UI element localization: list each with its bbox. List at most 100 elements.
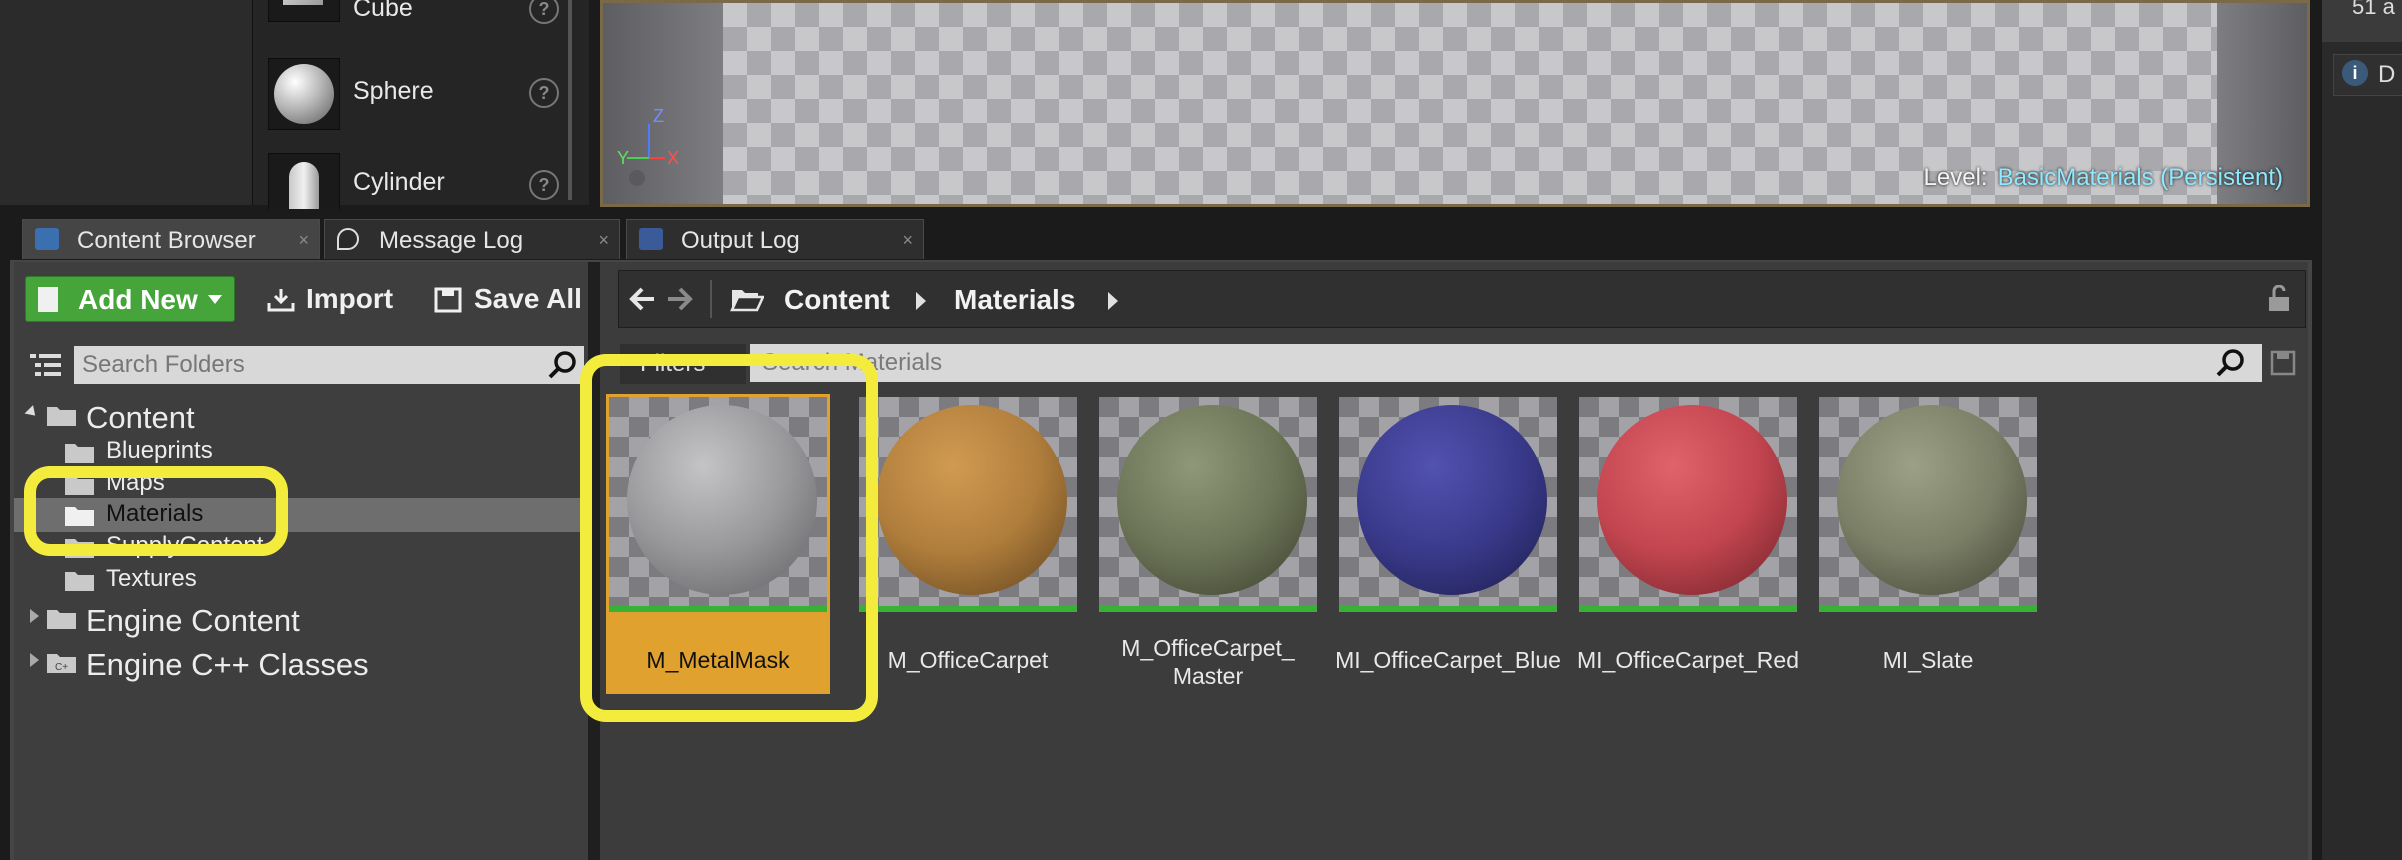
expand-arrow-icon[interactable] xyxy=(30,609,39,623)
folder-item-blueprints[interactable]: Blueprints xyxy=(64,437,564,467)
back-arrow-icon[interactable] xyxy=(628,286,656,312)
close-icon[interactable]: × xyxy=(902,230,913,251)
forward-arrow-icon[interactable] xyxy=(666,286,694,312)
tab-label: Message Log xyxy=(379,227,524,254)
modes-panel-categories xyxy=(0,0,252,205)
folder-icon xyxy=(47,610,76,629)
level-prefix: Level: xyxy=(1923,164,1988,191)
search-materials-input[interactable] xyxy=(750,344,2262,382)
axis-z-label: Z xyxy=(653,106,664,126)
cube-thumbnail xyxy=(268,0,340,22)
new-document-icon xyxy=(38,287,58,312)
shape-row-cube[interactable]: Cube ? xyxy=(253,0,589,32)
close-icon[interactable]: × xyxy=(598,230,609,251)
tab-output-log[interactable]: Output Log × xyxy=(626,219,924,259)
asset-tile-m-officecarpet-master[interactable]: M_OfficeCarpet_ Master xyxy=(1096,394,1320,694)
import-button[interactable]: Import xyxy=(266,276,398,322)
folder-icon xyxy=(65,572,94,591)
asset-tile-mi-officecarpet-red[interactable]: MI_OfficeCarpet_Red xyxy=(1576,394,1800,694)
asset-thumbnail xyxy=(1099,397,1317,612)
cube-icon xyxy=(283,0,323,5)
folder-open-icon[interactable] xyxy=(730,286,764,312)
svg-text:C+: C+ xyxy=(55,662,68,673)
right-top-box: 51 a xyxy=(2322,0,2402,42)
message-log-icon xyxy=(337,228,359,250)
asset-tile-m-officecarpet[interactable]: M_OfficeCarpet xyxy=(856,394,1080,694)
save-all-button[interactable]: Save All xyxy=(434,276,590,322)
lock-icon[interactable] xyxy=(2266,285,2292,313)
shape-label: Sphere xyxy=(353,77,434,105)
folder-label: Content xyxy=(86,400,195,435)
tab-content-browser[interactable]: Content Browser × xyxy=(22,219,320,259)
breadcrumb-chevron-icon[interactable] xyxy=(916,292,926,310)
folder-label: Engine Content xyxy=(86,603,300,638)
asset-thumbnail xyxy=(1819,397,2037,612)
material-sphere-preview xyxy=(1117,405,1307,595)
asset-tile-mi-officecarpet-blue[interactable]: MI_OfficeCarpet_Blue xyxy=(1335,394,1561,694)
save-icon xyxy=(434,287,462,313)
material-sphere-preview xyxy=(1837,405,2027,595)
folder-label: Engine C++ Classes xyxy=(86,647,369,682)
add-new-label: Add New xyxy=(78,284,198,315)
folder-item-engine-cpp-classes[interactable]: C+ Engine C++ Classes xyxy=(26,647,586,683)
import-label: Import xyxy=(306,283,394,314)
search-folders-input[interactable] xyxy=(74,346,584,384)
help-icon[interactable]: ? xyxy=(529,78,559,108)
materials-folder-callout xyxy=(24,466,288,556)
cylinder-icon xyxy=(289,162,319,209)
add-new-button[interactable]: Add New xyxy=(25,276,235,322)
folder-label: Blueprints xyxy=(106,437,213,464)
asset-thumbnail xyxy=(1579,397,1797,612)
asset-tile-mi-slate[interactable]: MI_Slate xyxy=(1816,394,2040,694)
sphere-thumbnail xyxy=(268,58,340,130)
details-icon: i xyxy=(2342,60,2368,86)
folder-open-icon xyxy=(47,407,76,426)
material-sphere-preview xyxy=(1357,405,1547,595)
folder-label: Textures xyxy=(106,565,197,592)
nav-separator xyxy=(710,280,712,318)
chevron-down-icon xyxy=(208,295,222,304)
help-icon[interactable]: ? xyxy=(529,0,559,24)
save-all-label: Save All xyxy=(474,283,582,314)
close-icon[interactable]: × xyxy=(298,230,309,251)
breadcrumb-materials[interactable]: Materials xyxy=(954,284,1075,316)
breadcrumb-chevron-icon[interactable] xyxy=(1108,292,1118,310)
asset-name: M_OfficeCarpet_ Master xyxy=(1121,635,1295,689)
tab-label: Content Browser xyxy=(77,227,256,254)
breadcrumb-content[interactable]: Content xyxy=(784,284,890,316)
details-tab-label: D xyxy=(2378,61,2396,88)
modes-scrollbar[interactable] xyxy=(568,0,572,200)
shape-row-sphere[interactable]: Sphere ? xyxy=(253,55,589,147)
search-icon xyxy=(548,351,576,379)
metalmask-asset-callout xyxy=(580,354,878,722)
asset-name: MI_OfficeCarpet_Red xyxy=(1576,647,1799,673)
tab-message-log[interactable]: Message Log × xyxy=(324,219,620,259)
expand-arrow-icon[interactable] xyxy=(24,405,40,420)
level-indicator: Level: BasicMaterials (Persistent) xyxy=(1924,164,2283,192)
material-sphere-preview xyxy=(877,405,1067,595)
content-browser-icon xyxy=(35,228,59,250)
expand-arrow-icon[interactable] xyxy=(30,653,39,667)
material-sphere-preview xyxy=(1597,405,1787,595)
axis-y-label: Y xyxy=(617,148,629,168)
folder-item-textures[interactable]: Textures xyxy=(64,565,564,595)
search-icon xyxy=(2216,349,2244,377)
asset-name: M_OfficeCarpet xyxy=(887,647,1049,673)
folder-item-content[interactable]: Content xyxy=(24,400,586,436)
asset-name: MI_OfficeCarpet_Blue xyxy=(1335,647,1561,673)
right-top-text: 51 a xyxy=(2352,0,2395,19)
sphere-icon xyxy=(274,64,334,124)
folder-item-engine-content[interactable]: Engine Content xyxy=(26,603,586,639)
details-tab[interactable]: i D xyxy=(2333,54,2402,96)
cpp-folder-icon: C+ xyxy=(47,654,76,673)
bottom-tab-bar: Content Browser × Message Log × Output L… xyxy=(0,212,2322,260)
tab-label: Output Log xyxy=(681,227,800,254)
place-shapes-list: Cube ? Sphere ? Cylinder ? xyxy=(252,0,589,209)
save-search-icon[interactable] xyxy=(2270,350,2296,376)
level-name: BasicMaterials (Persistent) xyxy=(1997,164,2283,191)
help-icon[interactable]: ? xyxy=(529,170,559,200)
cylinder-thumbnail xyxy=(268,153,340,209)
folder-view-options-icon[interactable] xyxy=(30,350,62,380)
shape-label: Cube xyxy=(353,0,413,22)
level-viewport[interactable]: Z Y X Level: BasicMaterials (Persistent) xyxy=(600,0,2310,207)
